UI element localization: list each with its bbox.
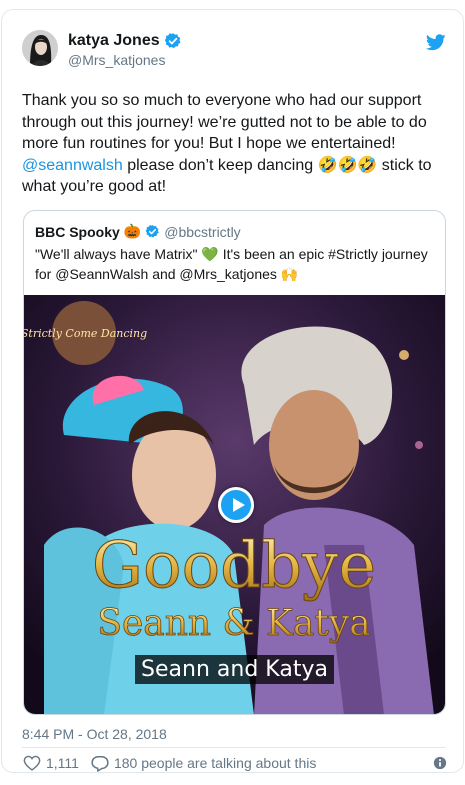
quoted-author-handle: @bbcstrictly xyxy=(164,223,241,240)
heart-icon[interactable] xyxy=(23,755,41,771)
rofl-emoji: 🤣🤣🤣 xyxy=(317,156,378,174)
verified-icon xyxy=(145,224,159,238)
show-logo: Strictly Come Dancing xyxy=(24,327,147,340)
mention-link[interactable]: @seannwalsh xyxy=(22,157,123,174)
video-caption: Seann and Katya xyxy=(24,655,445,684)
author-name[interactable]: katya Jones xyxy=(68,32,160,50)
quoted-text: "We'll always have Matrix" 💚 It's been a… xyxy=(35,245,435,284)
reply-icon[interactable] xyxy=(91,755,109,772)
overlay-names: Seann & Katya xyxy=(97,603,370,644)
avatar-image xyxy=(22,30,58,66)
info-icon[interactable] xyxy=(433,756,447,770)
talking-count: 180 people are talking about this xyxy=(113,755,317,771)
tweet-text-part1: Thank you so so much to everyone who had… xyxy=(22,92,427,152)
conversation-action[interactable]: 180 people are talking about this xyxy=(91,755,316,772)
overlay-title: Goodbye xyxy=(92,529,376,603)
tweet-header: katya Jones @Mrs_katjones xyxy=(22,30,446,74)
like-count: 1,111 xyxy=(46,755,79,771)
avatar[interactable] xyxy=(22,30,58,66)
quoted-header: BBC Spooky 🎃 @bbcstrictly xyxy=(35,223,241,240)
divider xyxy=(22,747,446,748)
quoted-tweet[interactable]: BBC Spooky 🎃 @bbcstrictly "We'll always … xyxy=(23,210,446,715)
video-caption-text: Seann and Katya xyxy=(135,655,334,684)
play-button[interactable] xyxy=(218,487,254,523)
verified-icon xyxy=(164,33,181,49)
tweet-text: Thank you so so much to everyone who had… xyxy=(22,90,450,198)
quoted-text-part1: "We'll always have Matrix" xyxy=(35,246,202,262)
video-thumbnail[interactable]: Strictly Come Dancing Goodbye Seann & Ka… xyxy=(24,295,445,714)
tweet-actions: 1,111 180 people are talking about this xyxy=(23,753,447,773)
tweet-card: katya Jones @Mrs_katjones Thank you so s… xyxy=(1,9,464,773)
author-handle[interactable]: @Mrs_katjones xyxy=(68,52,165,68)
tweet-timestamp[interactable]: 8:44 PM - Oct 28, 2018 xyxy=(22,726,167,742)
raised-hands-emoji: 🙌 xyxy=(280,265,299,282)
quoted-author-name: BBC Spooky xyxy=(35,223,120,240)
like-action[interactable]: 1,111 xyxy=(23,755,79,771)
twitter-bird-icon[interactable] xyxy=(426,34,446,51)
tweet-text-part2: please don’t keep dancing xyxy=(122,156,318,174)
pumpkin-emoji: 🎃 xyxy=(123,223,142,239)
green-heart-emoji: 💚 xyxy=(201,246,219,262)
